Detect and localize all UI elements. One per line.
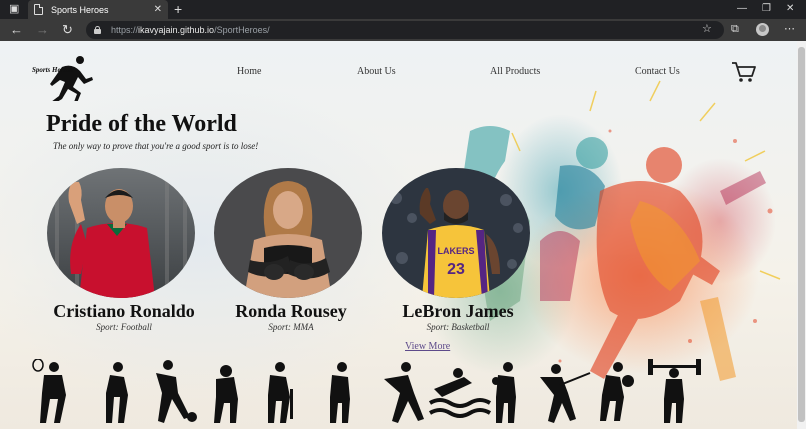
back-arrow-icon[interactable]: ←: [10, 23, 23, 37]
soccer-player-icon: [156, 360, 197, 423]
golfer-icon: [330, 362, 350, 423]
swimmer-icon: [428, 368, 492, 418]
runner-logo-icon: [50, 56, 93, 101]
basketball-player-icon: [600, 362, 634, 421]
athlete-photo-ronaldo: [47, 168, 195, 298]
svg-text:LAKERS: LAKERS: [437, 246, 474, 256]
minimize-icon[interactable]: —: [737, 3, 747, 15]
browser-toolbar: ← → ↻ https://ikavyajain.github.io/Sport…: [0, 19, 806, 41]
athlete-photo-lebron: LAKERS 23: [382, 168, 530, 298]
collections-icon[interactable]: ⧉: [731, 23, 739, 36]
weightlifter-icon: [648, 359, 701, 423]
lock-icon[interactable]: [94, 26, 101, 34]
logo-text: Sports Heroes: [32, 66, 73, 74]
page-content: Sports Heroes Home About Us All Products…: [0, 41, 797, 429]
athlete-photo-rousey: [214, 168, 362, 298]
scrollbar-thumb[interactable]: [798, 47, 805, 422]
tennis-player-icon: [32, 359, 66, 423]
fencer-icon: [540, 364, 591, 423]
address-bar[interactable]: https://ikavyajain.github.io/SportHeroes…: [86, 21, 724, 39]
favorites-star-icon[interactable]: ☆: [702, 23, 712, 36]
refresh-icon[interactable]: ↻: [62, 23, 73, 37]
athlete-name-lebron: LeBron James: [402, 301, 514, 321]
athlete-sport-ronaldo: Sport: Football: [96, 322, 152, 332]
forward-arrow-icon[interactable]: →: [36, 23, 49, 37]
browser-menu-icon[interactable]: ▣: [9, 4, 19, 15]
nav-contact-us[interactable]: Contact Us: [635, 66, 680, 77]
page-scrollbar[interactable]: [797, 41, 806, 429]
svg-text:23: 23: [447, 261, 465, 278]
page-icon: [34, 4, 43, 15]
cart-icon: [732, 62, 756, 82]
athlete-name-rousey: Ronda Rousey: [235, 301, 347, 321]
view-more-link[interactable]: View More: [405, 341, 450, 352]
hero-subtitle: The only way to prove that you're a good…: [53, 141, 259, 151]
cricket-player-icon: [268, 362, 293, 423]
more-menu-icon[interactable]: ⋯: [784, 23, 795, 36]
nav-about-us[interactable]: About Us: [357, 66, 396, 77]
volleyball-player-icon: [214, 365, 238, 423]
cart-button[interactable]: [731, 60, 757, 84]
tab-title: Sports Heroes: [51, 4, 109, 15]
badminton-player-icon: [106, 362, 128, 423]
site-logo[interactable]: Sports Heroes: [28, 51, 98, 101]
window-close-icon[interactable]: ✕: [786, 3, 794, 15]
hero-title: Pride of the World: [46, 111, 237, 137]
restore-icon[interactable]: ❐: [762, 3, 771, 15]
athlete-sport-lebron: Sport: Basketball: [426, 322, 490, 332]
boxer-icon: [492, 362, 516, 423]
nav-home[interactable]: Home: [237, 66, 261, 77]
profile-avatar[interactable]: [756, 23, 769, 36]
plus-icon[interactable]: +: [174, 2, 182, 16]
browser-titlebar: ▣ Sports Heroes ✕ + — ❐ ✕: [0, 0, 806, 19]
url-text: https://ikavyajain.github.io/SportHeroes…: [111, 25, 270, 35]
sports-silhouettes-strip: [32, 359, 701, 423]
athlete-sport-rousey: Sport: MMA: [268, 322, 314, 332]
nav-all-products[interactable]: All Products: [490, 66, 540, 77]
baseball-pitcher-icon: [384, 362, 424, 423]
browser-tab[interactable]: Sports Heroes ✕: [28, 0, 168, 19]
close-icon[interactable]: ✕: [154, 4, 162, 15]
athlete-name-ronaldo: Cristiano Ronaldo: [53, 301, 195, 321]
